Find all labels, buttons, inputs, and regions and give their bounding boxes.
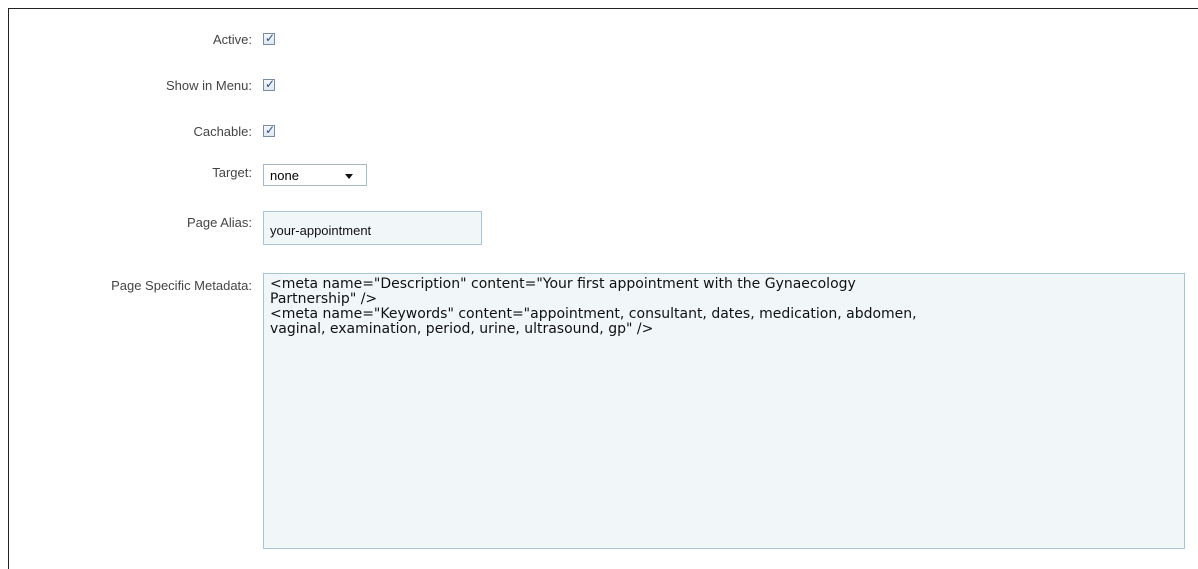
target-label: Target: bbox=[212, 165, 252, 180]
form-panel: Active: ✓ Show in Menu: ✓ Cachable: ✓ Ta… bbox=[8, 8, 1198, 569]
show-in-menu-checkbox[interactable]: ✓ bbox=[263, 77, 276, 91]
chevron-down-icon bbox=[345, 174, 353, 179]
check-icon: ✓ bbox=[265, 31, 276, 45]
target-select-value: none bbox=[270, 168, 299, 183]
cachable-checkbox[interactable]: ✓ bbox=[263, 123, 276, 137]
metadata-label: Page Specific Metadata: bbox=[111, 278, 252, 293]
active-checkbox[interactable]: ✓ bbox=[263, 31, 276, 45]
page-alias-label: Page Alias: bbox=[186, 215, 252, 230]
page-alias-value: your-appointment bbox=[270, 223, 372, 238]
target-select[interactable]: none bbox=[263, 164, 367, 186]
page-alias-input[interactable]: your-appointment bbox=[263, 211, 482, 245]
cachable-label: Cachable: bbox=[193, 124, 252, 139]
metadata-textarea[interactable]: <meta name="Description" content="Your f… bbox=[263, 273, 1185, 549]
check-icon: ✓ bbox=[265, 77, 276, 91]
active-label: Active: bbox=[212, 32, 252, 47]
check-icon: ✓ bbox=[265, 123, 276, 137]
show-in-menu-label: Show in Menu: bbox=[166, 78, 252, 93]
